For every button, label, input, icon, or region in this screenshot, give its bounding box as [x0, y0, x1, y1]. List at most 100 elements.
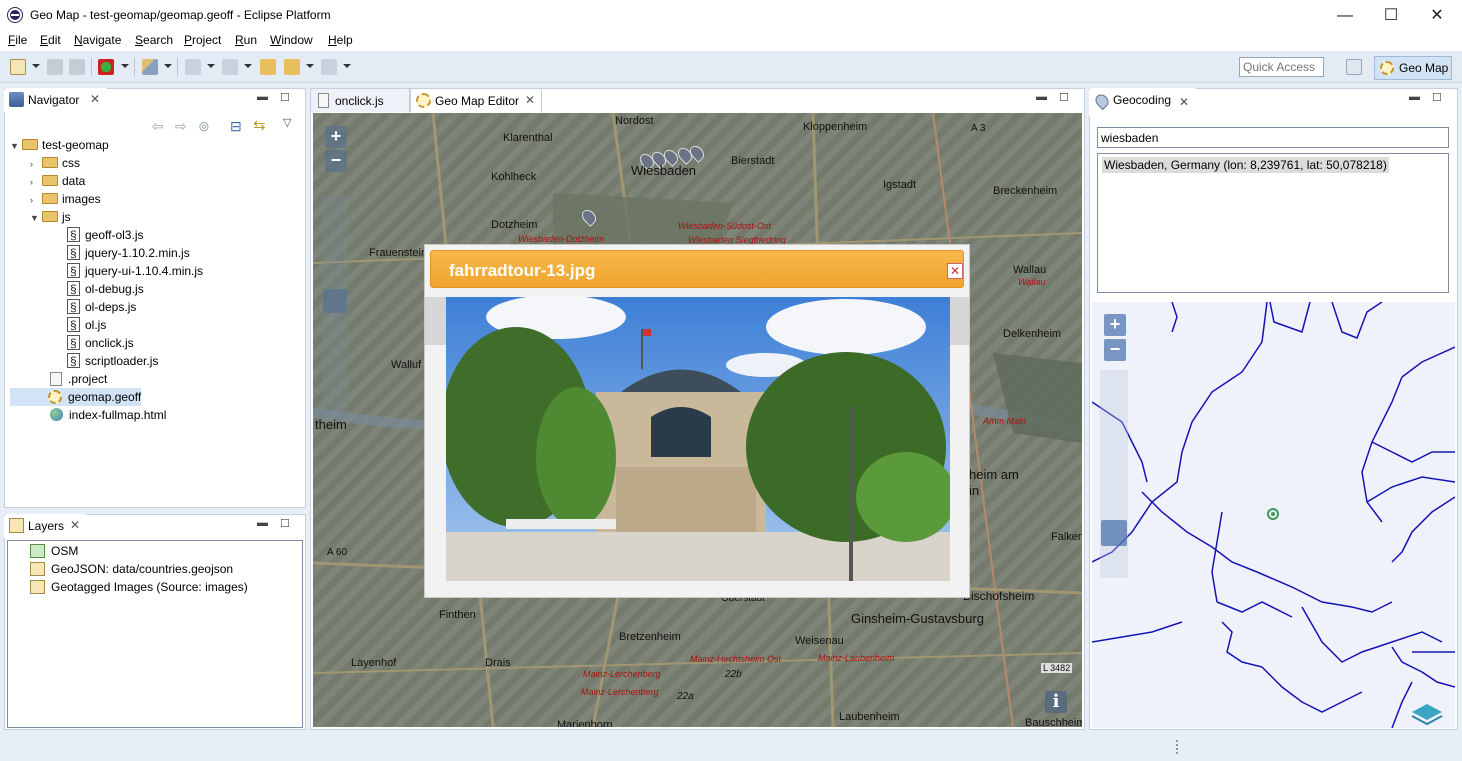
last-edit-icon[interactable]: [260, 59, 276, 75]
info-button[interactable]: i: [1045, 691, 1067, 713]
menu-help[interactable]: Help: [328, 33, 353, 47]
tree-item-project[interactable]: ▼ test-geomap: [10, 136, 301, 154]
menu-project[interactable]: Project: [184, 33, 221, 47]
menu-file[interactable]: File: [8, 33, 27, 47]
window-title: Geo Map - test-geomap/geomap.geoff - Ecl…: [30, 8, 331, 22]
status-bar: [0, 733, 1462, 761]
quick-access-input[interactable]: [1239, 57, 1324, 77]
maximize-button[interactable]: ☐: [1368, 0, 1414, 31]
toolbar-separator: [134, 58, 135, 76]
save-icon[interactable]: [47, 59, 63, 75]
collapse-all-icon[interactable]: ⊟: [230, 118, 242, 135]
tree-item-label: images: [62, 192, 101, 206]
tree-item-data[interactable]: › data: [10, 172, 301, 190]
open-perspective-icon[interactable]: [1346, 59, 1362, 75]
minimize-view-icon[interactable]: ▬: [1036, 91, 1047, 103]
prev-annotation-icon[interactable]: [222, 59, 238, 75]
minimize-view-icon[interactable]: ▬: [257, 91, 268, 103]
close-icon[interactable]: ✕: [1179, 96, 1189, 108]
popup-header: fahrradtour-13.jpg ✕: [430, 250, 964, 288]
tree-item-js[interactable]: ▼ js: [10, 208, 301, 226]
map-label: Bauschheim: [1025, 717, 1082, 727]
navigator-icon: [9, 92, 24, 107]
tree-item-js-file[interactable]: onclick.js: [10, 334, 301, 352]
minimize-view-icon[interactable]: ▬: [1409, 91, 1420, 103]
close-button[interactable]: ✕: [1414, 0, 1460, 31]
tree-item-label: jquery-1.10.2.min.js: [85, 246, 190, 260]
tab-layers[interactable]: Layers ✕: [4, 514, 88, 538]
maximize-view-icon[interactable]: ☐: [1059, 91, 1069, 104]
zoom-out-button[interactable]: −: [325, 150, 347, 172]
forward-dropdown-icon[interactable]: [343, 64, 351, 68]
mini-zoom-out-button[interactable]: −: [1104, 339, 1126, 361]
tree-item-js-file[interactable]: scriptloader.js: [10, 352, 301, 370]
tree-item-js-file[interactable]: geoff-ol3.js: [10, 226, 301, 244]
tree-item-js-file[interactable]: ol-debug.js: [10, 280, 301, 298]
tab-navigator[interactable]: Navigator ✕: [4, 88, 108, 112]
back-dropdown-icon[interactable]: [306, 64, 314, 68]
save-all-icon[interactable]: [69, 59, 85, 75]
tree-item-js-file[interactable]: jquery-ui-1.10.4.min.js: [10, 262, 301, 280]
forward-icon[interactable]: [321, 59, 337, 75]
tree-item-project-file[interactable]: .project: [10, 370, 301, 388]
layer-geotagged-images[interactable]: Geotagged Images (Source: images): [30, 578, 248, 596]
link-editor-icon[interactable]: ⇆: [253, 116, 266, 134]
view-menu-icon[interactable]: ▽: [283, 116, 291, 129]
menu-search[interactable]: Search: [135, 33, 173, 47]
tree-item-js-file[interactable]: jquery-1.10.2.min.js: [10, 244, 301, 262]
close-icon[interactable]: ✕: [90, 93, 100, 105]
menu-run[interactable]: Run: [235, 33, 257, 47]
maximize-view-icon[interactable]: ☐: [1432, 91, 1442, 104]
minimize-button[interactable]: —: [1322, 0, 1368, 31]
geocoding-map[interactable]: + −: [1092, 302, 1455, 728]
run-icon[interactable]: [98, 59, 114, 75]
tree-item-images[interactable]: › images: [10, 190, 301, 208]
next-annotation-dropdown-icon[interactable]: [207, 64, 215, 68]
perspective-geo-map-button[interactable]: Geo Map: [1374, 56, 1452, 80]
menu-window[interactable]: Window: [270, 33, 313, 47]
menu-navigate[interactable]: Navigate: [74, 33, 121, 47]
tree-item-geomap-selected[interactable]: geomap.geoff: [10, 388, 142, 406]
tree-item-js-file[interactable]: ol.js: [10, 316, 301, 334]
back-icon[interactable]: [284, 59, 300, 75]
status-bar-handle-icon[interactable]: [1176, 740, 1178, 754]
map-label: theim: [315, 417, 347, 432]
tab-geo-map-editor[interactable]: Geo Map Editor ✕: [410, 88, 542, 112]
new-dropdown-icon[interactable]: [32, 64, 40, 68]
back-arrow-icon[interactable]: ⇦: [152, 118, 164, 135]
geocoding-search-input[interactable]: [1097, 127, 1449, 148]
minimize-view-icon[interactable]: ▬: [257, 517, 268, 529]
tree-item-js-file[interactable]: ol-deps.js: [10, 298, 301, 316]
wand-icon[interactable]: [142, 59, 158, 75]
zoom-in-button[interactable]: +: [325, 126, 347, 148]
folder-icon: [42, 211, 58, 222]
next-annotation-icon[interactable]: [185, 59, 201, 75]
mini-zoom-slider-thumb[interactable]: [1101, 520, 1127, 546]
menu-edit[interactable]: Edit: [40, 33, 61, 47]
tab-geocoding[interactable]: Geocoding ✕: [1089, 88, 1197, 116]
layer-geojson[interactable]: GeoJSON: data/countries.geojson: [30, 560, 248, 578]
zoom-slider-thumb[interactable]: [323, 289, 347, 313]
mini-zoom-in-button[interactable]: +: [1104, 314, 1126, 336]
layer-osm[interactable]: OSM: [30, 542, 248, 560]
geocoding-tab-label: Geocoding: [1113, 93, 1172, 107]
forward-arrow-icon[interactable]: ⇨: [175, 118, 187, 135]
prev-annotation-dropdown-icon[interactable]: [244, 64, 252, 68]
new-icon[interactable]: [10, 59, 26, 75]
geocoding-result-item[interactable]: Wiesbaden, Germany (lon: 8,239761, lat: …: [1102, 157, 1389, 173]
js-file-icon: [67, 244, 80, 262]
maximize-view-icon[interactable]: ☐: [280, 517, 290, 530]
run-dropdown-icon[interactable]: [121, 64, 129, 68]
mini-zoom-slider-track[interactable]: [1100, 370, 1128, 578]
tree-item-css[interactable]: › css: [10, 154, 301, 172]
wand-dropdown-icon[interactable]: [164, 64, 172, 68]
tab-onclick-js[interactable]: onclick.js: [310, 88, 410, 112]
popup-close-icon[interactable]: ✕: [947, 263, 963, 279]
tree-item-html-file[interactable]: index-fullmap.html: [10, 406, 301, 424]
up-icon[interactable]: ⊚: [198, 118, 210, 135]
tree-item-label: ol.js: [85, 318, 107, 332]
map-label: 22b: [725, 669, 742, 680]
maximize-view-icon[interactable]: ☐: [280, 91, 290, 104]
close-icon[interactable]: ✕: [70, 519, 80, 531]
close-icon[interactable]: ✕: [525, 94, 535, 106]
